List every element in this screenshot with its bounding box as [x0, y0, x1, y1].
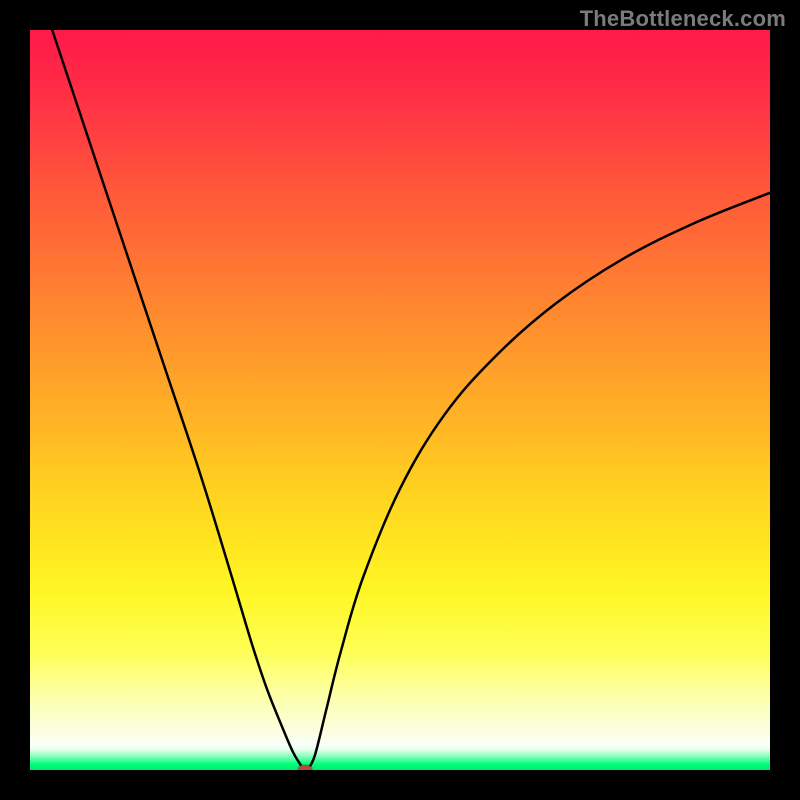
chart-container: TheBottleneck.com [0, 0, 800, 800]
plot-area [30, 30, 770, 770]
watermark-text: TheBottleneck.com [580, 6, 786, 32]
bottleneck-curve [30, 30, 770, 770]
optimal-point-marker [298, 765, 312, 770]
